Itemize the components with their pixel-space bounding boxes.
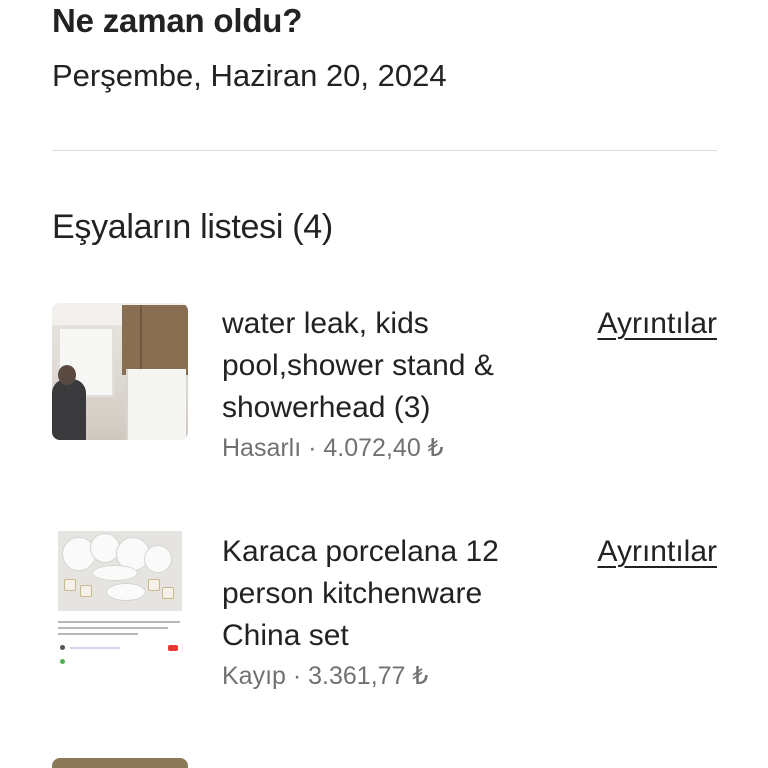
section-divider (52, 150, 717, 151)
items-list-title: Eşyaların listesi (4) (52, 208, 333, 246)
item-thumbnail-partial (52, 758, 188, 768)
item-body: Karaca porcelana 12 person kitchenware C… (222, 531, 552, 691)
incident-date: Perşembe, Haziran 20, 2024 (52, 58, 447, 93)
item-thumbnail (52, 303, 188, 440)
list-item: Karaca porcelana 12 person kitchenware C… (52, 531, 717, 711)
item-meta: Hasarlı · 4.072,40 ₺ (222, 434, 444, 462)
item-title: water leak, kids pool,shower stand & sho… (222, 307, 494, 424)
list-item: water leak, kids pool,shower stand & sho… (52, 303, 717, 483)
item-thumbnail (52, 531, 188, 668)
details-link[interactable]: Ayrıntılar (598, 535, 718, 569)
when-title: Ne zaman oldu? (52, 2, 303, 39)
item-title: Karaca porcelana 12 person kitchenware C… (222, 535, 499, 652)
item-meta: Kayıp · 3.361,77 ₺ (222, 662, 429, 690)
details-link[interactable]: Ayrıntılar (598, 307, 718, 341)
item-body: water leak, kids pool,shower stand & sho… (222, 303, 552, 463)
